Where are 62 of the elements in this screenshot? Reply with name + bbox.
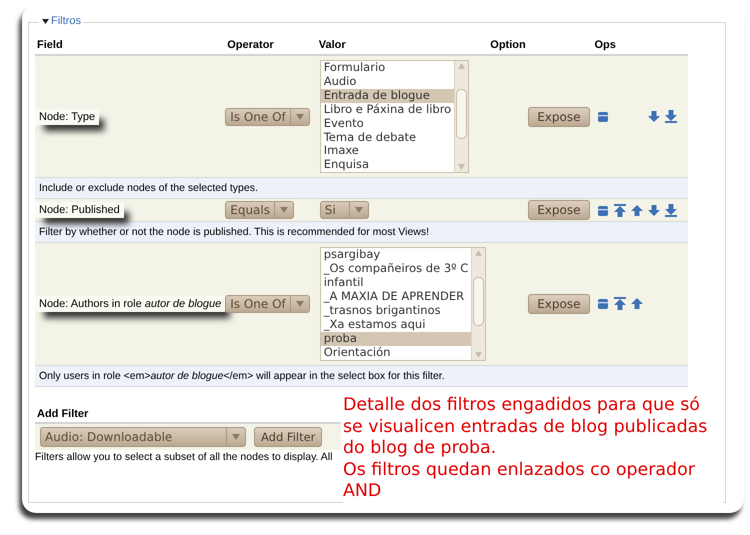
remove-icon[interactable] [596, 110, 608, 124]
scrollbar-thumb[interactable] [473, 276, 484, 326]
listbox-option[interactable]: proba [320, 332, 472, 346]
listbox-option[interactable]: Formulario [320, 61, 454, 75]
listbox-option[interactable]: _Os compañeiros de 3º C [320, 262, 472, 276]
caret-icon [354, 206, 363, 214]
move-bottom-icon[interactable] [664, 110, 676, 124]
down-arrow-icon[interactable] [648, 204, 660, 217]
field-label: Node: Type [35, 108, 100, 125]
down-arrow-icon[interactable] [648, 110, 660, 124]
listbox-option[interactable]: Evento [320, 116, 454, 131]
scrollbar-thumb[interactable] [456, 89, 468, 139]
help-text: Filters allow you to select a subset of all the nodes to display. All [35, 451, 332, 463]
filter-type-select[interactable]: Audio: Downloadable [40, 427, 246, 447]
listbox-option[interactable]: Enquisa [320, 158, 454, 172]
collapse-triangle-icon[interactable] [42, 18, 49, 24]
listbox-option[interactable]: Libro e Páxina de libro [320, 102, 454, 117]
listbox-option[interactable]: Tema de debate [320, 130, 454, 144]
caret-icon [232, 433, 240, 441]
scrollbar[interactable] [454, 61, 468, 172]
filter-description: Filter by whether or not the node is published. This is recommended for most Views! [39, 226, 430, 238]
add-filter-button[interactable]: Add Filter [254, 427, 322, 447]
column-header: Valor [318, 39, 346, 51]
move-bottom-icon[interactable] [664, 204, 676, 217]
listbox-option[interactable]: Orientación [320, 346, 472, 360]
listbox-option[interactable]: infantil [320, 276, 472, 290]
field-label: Node: Published [35, 202, 124, 218]
listbox-option[interactable]: psargibay [320, 248, 472, 262]
filter-description: Include or exclude nodes of the selected types. [39, 182, 258, 194]
expose-button[interactable]: Expose [528, 294, 590, 314]
value-listbox[interactable]: psargibay _Os compañeiros de 3º C infantil _A MAXIA DE APRENDER _trasnos brigantinos _Xa estamos aqui proba Orientación [320, 247, 486, 360]
up-arrow-icon[interactable] [630, 204, 642, 217]
scrollbar[interactable] [471, 248, 486, 360]
column-header: Field [37, 39, 63, 51]
column-header: Option [490, 39, 526, 51]
column-header: Ops [594, 39, 616, 51]
listbox-option[interactable]: _trasnos brigantinos [320, 304, 472, 318]
listbox-option[interactable]: _Xa estamos aqui [320, 318, 472, 332]
move-top-icon[interactable] [614, 297, 626, 310]
filter-description: Only users in role <em>autor de blogue</em> will appear in the select box for this filter. [39, 370, 445, 382]
annotation-text: Os filtros quedan enlazados co operador AND [343, 460, 696, 502]
listbox-option[interactable]: Imaxe [320, 144, 454, 158]
move-top-icon[interactable] [614, 204, 626, 217]
caret-icon [296, 112, 304, 121]
up-arrow-icon[interactable] [630, 297, 642, 310]
column-header: Operator [227, 39, 274, 51]
annotation-text: Detalle dos filtros engadidos para que só se visualicen entradas de blog publicadas do blog de proba. [343, 395, 708, 460]
operator-select[interactable]: Is One Of [225, 294, 310, 313]
remove-icon[interactable] [596, 297, 608, 310]
value-listbox[interactable]: Formulario Audio Entrada de blogue Libro e Páxina de libro Evento Tema de debate Imaxe Enquisa [320, 60, 470, 174]
operator-select[interactable]: Is One Of [225, 108, 310, 126]
caret-icon [296, 300, 304, 308]
operator-select[interactable]: Equals [225, 201, 294, 220]
value-select[interactable]: Si [320, 201, 369, 220]
caret-icon [280, 206, 288, 214]
expose-button[interactable]: Expose [528, 106, 590, 127]
listbox-option[interactable]: _A MAXIA DE APRENDER [320, 290, 472, 304]
listbox-option[interactable]: Audio [320, 74, 454, 89]
remove-icon[interactable] [596, 204, 608, 217]
listbox-option[interactable]: Entrada de blogue [320, 88, 454, 103]
field-label: Node: Authors in role autor de blogue [35, 296, 226, 312]
expose-button[interactable]: Expose [528, 200, 590, 220]
